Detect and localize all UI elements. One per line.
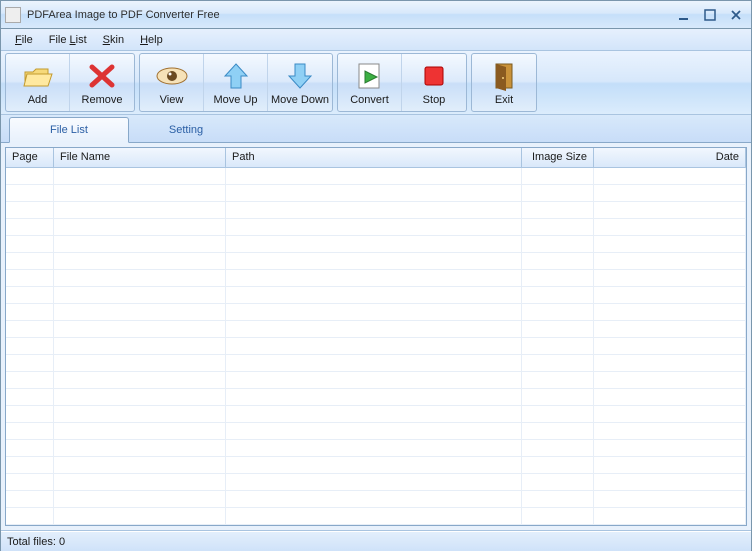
table-row[interactable] — [6, 474, 746, 491]
app-icon — [5, 7, 21, 23]
menu-file[interactable]: File — [7, 32, 41, 48]
table-row[interactable] — [6, 168, 746, 185]
folder-open-icon — [22, 60, 54, 92]
table-row[interactable] — [6, 236, 746, 253]
menubar: File File List Skin Help — [1, 29, 751, 51]
tab-filelist[interactable]: File List — [9, 117, 129, 143]
table-row[interactable] — [6, 338, 746, 355]
add-button[interactable]: Add — [6, 54, 70, 111]
eye-icon — [155, 60, 189, 92]
titlebar: PDFArea Image to PDF Converter Free — [1, 1, 751, 29]
table-body[interactable] — [6, 168, 746, 525]
table-row[interactable] — [6, 304, 746, 321]
column-imagesize[interactable]: Image Size — [522, 148, 594, 167]
stop-icon — [422, 60, 446, 92]
exit-button[interactable]: Exit — [472, 54, 536, 111]
table-row[interactable] — [6, 440, 746, 457]
convert-icon — [355, 60, 385, 92]
file-table: Page File Name Path Image Size Date — [5, 147, 747, 526]
table-row[interactable] — [6, 355, 746, 372]
remove-button[interactable]: Remove — [70, 54, 134, 111]
tabs: File List Setting — [1, 115, 751, 143]
arrow-down-icon — [287, 60, 313, 92]
column-page[interactable]: Page — [6, 148, 54, 167]
stop-button[interactable]: Stop — [402, 54, 466, 111]
x-delete-icon — [87, 60, 117, 92]
window-title: PDFArea Image to PDF Converter Free — [27, 9, 673, 21]
column-path[interactable]: Path — [226, 148, 522, 167]
table-row[interactable] — [6, 423, 746, 440]
table-row[interactable] — [6, 406, 746, 423]
table-row[interactable] — [6, 508, 746, 525]
moveup-button[interactable]: Move Up — [204, 54, 268, 111]
statusbar: Total files: 0 — [1, 531, 751, 551]
table-row[interactable] — [6, 253, 746, 270]
table-header: Page File Name Path Image Size Date — [6, 148, 746, 168]
tab-setting[interactable]: Setting — [129, 118, 243, 142]
table-row[interactable] — [6, 202, 746, 219]
content-area: Page File Name Path Image Size Date — [1, 143, 751, 531]
table-row[interactable] — [6, 389, 746, 406]
movedown-button[interactable]: Move Down — [268, 54, 332, 111]
convert-button[interactable]: Convert — [338, 54, 402, 111]
table-row[interactable] — [6, 372, 746, 389]
maximize-button[interactable] — [699, 6, 721, 24]
minimize-button[interactable] — [673, 6, 695, 24]
door-exit-icon — [490, 60, 518, 92]
view-button[interactable]: View — [140, 54, 204, 111]
column-date[interactable]: Date — [594, 148, 746, 167]
table-row[interactable] — [6, 219, 746, 236]
table-row[interactable] — [6, 185, 746, 202]
menu-help[interactable]: Help — [132, 32, 171, 48]
menu-filelist[interactable]: File List — [41, 32, 95, 48]
table-row[interactable] — [6, 287, 746, 304]
table-row[interactable] — [6, 321, 746, 338]
status-total-files: Total files: 0 — [7, 536, 65, 548]
arrow-up-icon — [223, 60, 249, 92]
table-row[interactable] — [6, 270, 746, 287]
toolbar: Add Remove View Move Up Move Down — [1, 51, 751, 115]
column-filename[interactable]: File Name — [54, 148, 226, 167]
table-row[interactable] — [6, 457, 746, 474]
close-button[interactable] — [725, 6, 747, 24]
menu-skin[interactable]: Skin — [95, 32, 132, 48]
window-controls — [673, 6, 747, 24]
table-row[interactable] — [6, 491, 746, 508]
